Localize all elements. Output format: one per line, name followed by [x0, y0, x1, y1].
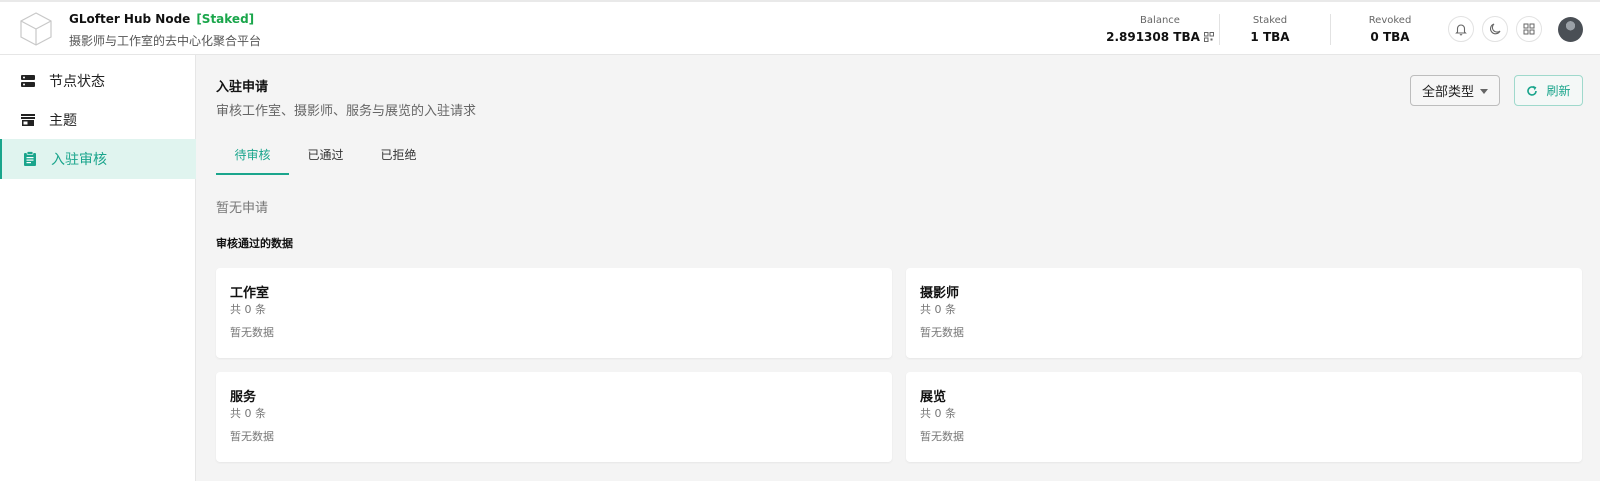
type-filter-select[interactable]: 全部类型 — [1410, 75, 1500, 106]
clipboard-icon — [22, 151, 38, 167]
main-content: 入驻申请 审核工作室、摄影师、服务与展览的入驻请求 全部类型 刷新 待审核 已通… — [197, 55, 1600, 481]
sidebar-item-theme[interactable]: 主题 — [0, 100, 196, 140]
approved-section-title: 审核通过的数据 — [216, 237, 293, 250]
revoked-stat: Revoked 0 TBA — [1335, 15, 1445, 44]
sidebar-item-node-status[interactable]: 节点状态 — [0, 61, 196, 101]
qr-code-icon[interactable] — [1203, 32, 1214, 42]
sidebar-item-label: 入驻审核 — [51, 152, 107, 168]
server-icon — [20, 73, 36, 89]
card-count: 共 0 条 — [920, 407, 956, 420]
sidebar: 节点状态 主题 入驻审核 — [0, 55, 196, 481]
refresh-icon — [1526, 85, 1538, 97]
balance-value-row: 2.891308 TBA — [1105, 30, 1215, 44]
staked-label: Staked — [1252, 15, 1288, 26]
theme-toggle-button[interactable] — [1482, 16, 1508, 42]
card-title: 工作室 — [230, 286, 270, 301]
card-empty-text: 暂无数据 — [230, 430, 274, 443]
card-empty-text: 暂无数据 — [920, 326, 964, 339]
card-count: 共 0 条 — [230, 407, 266, 420]
node-status-badge: [Staked] — [196, 12, 255, 26]
sidebar-item-onboarding-review[interactable]: 入驻审核 — [0, 139, 196, 179]
empty-applications-text: 暂无申请 — [216, 201, 269, 216]
balance-stat: Balance 2.891308 TBA — [1105, 15, 1215, 44]
refresh-label: 刷新 — [1546, 84, 1571, 98]
card-title: 展览 — [920, 390, 947, 405]
sidebar-item-label: 主题 — [49, 113, 77, 129]
photographer-card: 摄影师 共 0 条 暂无数据 — [906, 268, 1582, 358]
service-card: 服务 共 0 条 暂无数据 — [216, 372, 892, 462]
balance-label: Balance — [1140, 15, 1180, 26]
bell-icon — [1455, 24, 1467, 36]
store-icon — [20, 112, 36, 128]
refresh-button[interactable]: 刷新 — [1514, 75, 1583, 106]
card-count: 共 0 条 — [920, 303, 956, 316]
card-count: 共 0 条 — [230, 303, 266, 316]
exhibition-card: 展览 共 0 条 暂无数据 — [906, 372, 1582, 462]
revoked-label: Revoked — [1368, 15, 1412, 26]
divider — [1330, 14, 1331, 45]
tab-pending[interactable]: 待审核 — [216, 139, 289, 175]
moon-icon — [1490, 23, 1501, 35]
studio-card: 工作室 共 0 条 暂无数据 — [216, 268, 892, 358]
page-title: 入驻申请 — [216, 80, 269, 95]
card-title: 摄影师 — [920, 286, 960, 301]
tab-rejected[interactable]: 已拒绝 — [362, 139, 435, 175]
revoked-value: 0 TBA — [1370, 30, 1410, 44]
staked-value: 1 TBA — [1250, 30, 1290, 44]
user-avatar[interactable] — [1558, 17, 1583, 42]
sidebar-item-label: 节点状态 — [49, 74, 105, 90]
tab-approved[interactable]: 已通过 — [289, 139, 362, 175]
apps-button[interactable] — [1516, 16, 1542, 42]
caret-down-icon — [1480, 89, 1488, 94]
node-name: GLofter Hub Node [Staked] — [69, 12, 254, 26]
card-empty-text: 暂无数据 — [920, 430, 964, 443]
card-title: 服务 — [230, 390, 257, 405]
notifications-button[interactable] — [1448, 16, 1474, 42]
staked-stat: Staked 1 TBA — [1225, 15, 1315, 44]
balance-value: 2.891308 TBA — [1106, 30, 1200, 44]
card-empty-text: 暂无数据 — [230, 326, 274, 339]
page-description: 审核工作室、摄影师、服务与展览的入驻请求 — [216, 104, 477, 119]
node-name-text: GLofter Hub Node — [69, 12, 191, 26]
grid-icon — [1523, 23, 1535, 35]
type-filter-value: 全部类型 — [1422, 85, 1475, 100]
top-header: GLofter Hub Node [Staked] 摄影师与工作室的去中心化聚合平… — [0, 0, 1600, 55]
cube-logo-icon — [20, 12, 52, 46]
node-subtitle: 摄影师与工作室的去中心化聚合平台 — [69, 34, 262, 48]
divider — [1219, 14, 1220, 45]
